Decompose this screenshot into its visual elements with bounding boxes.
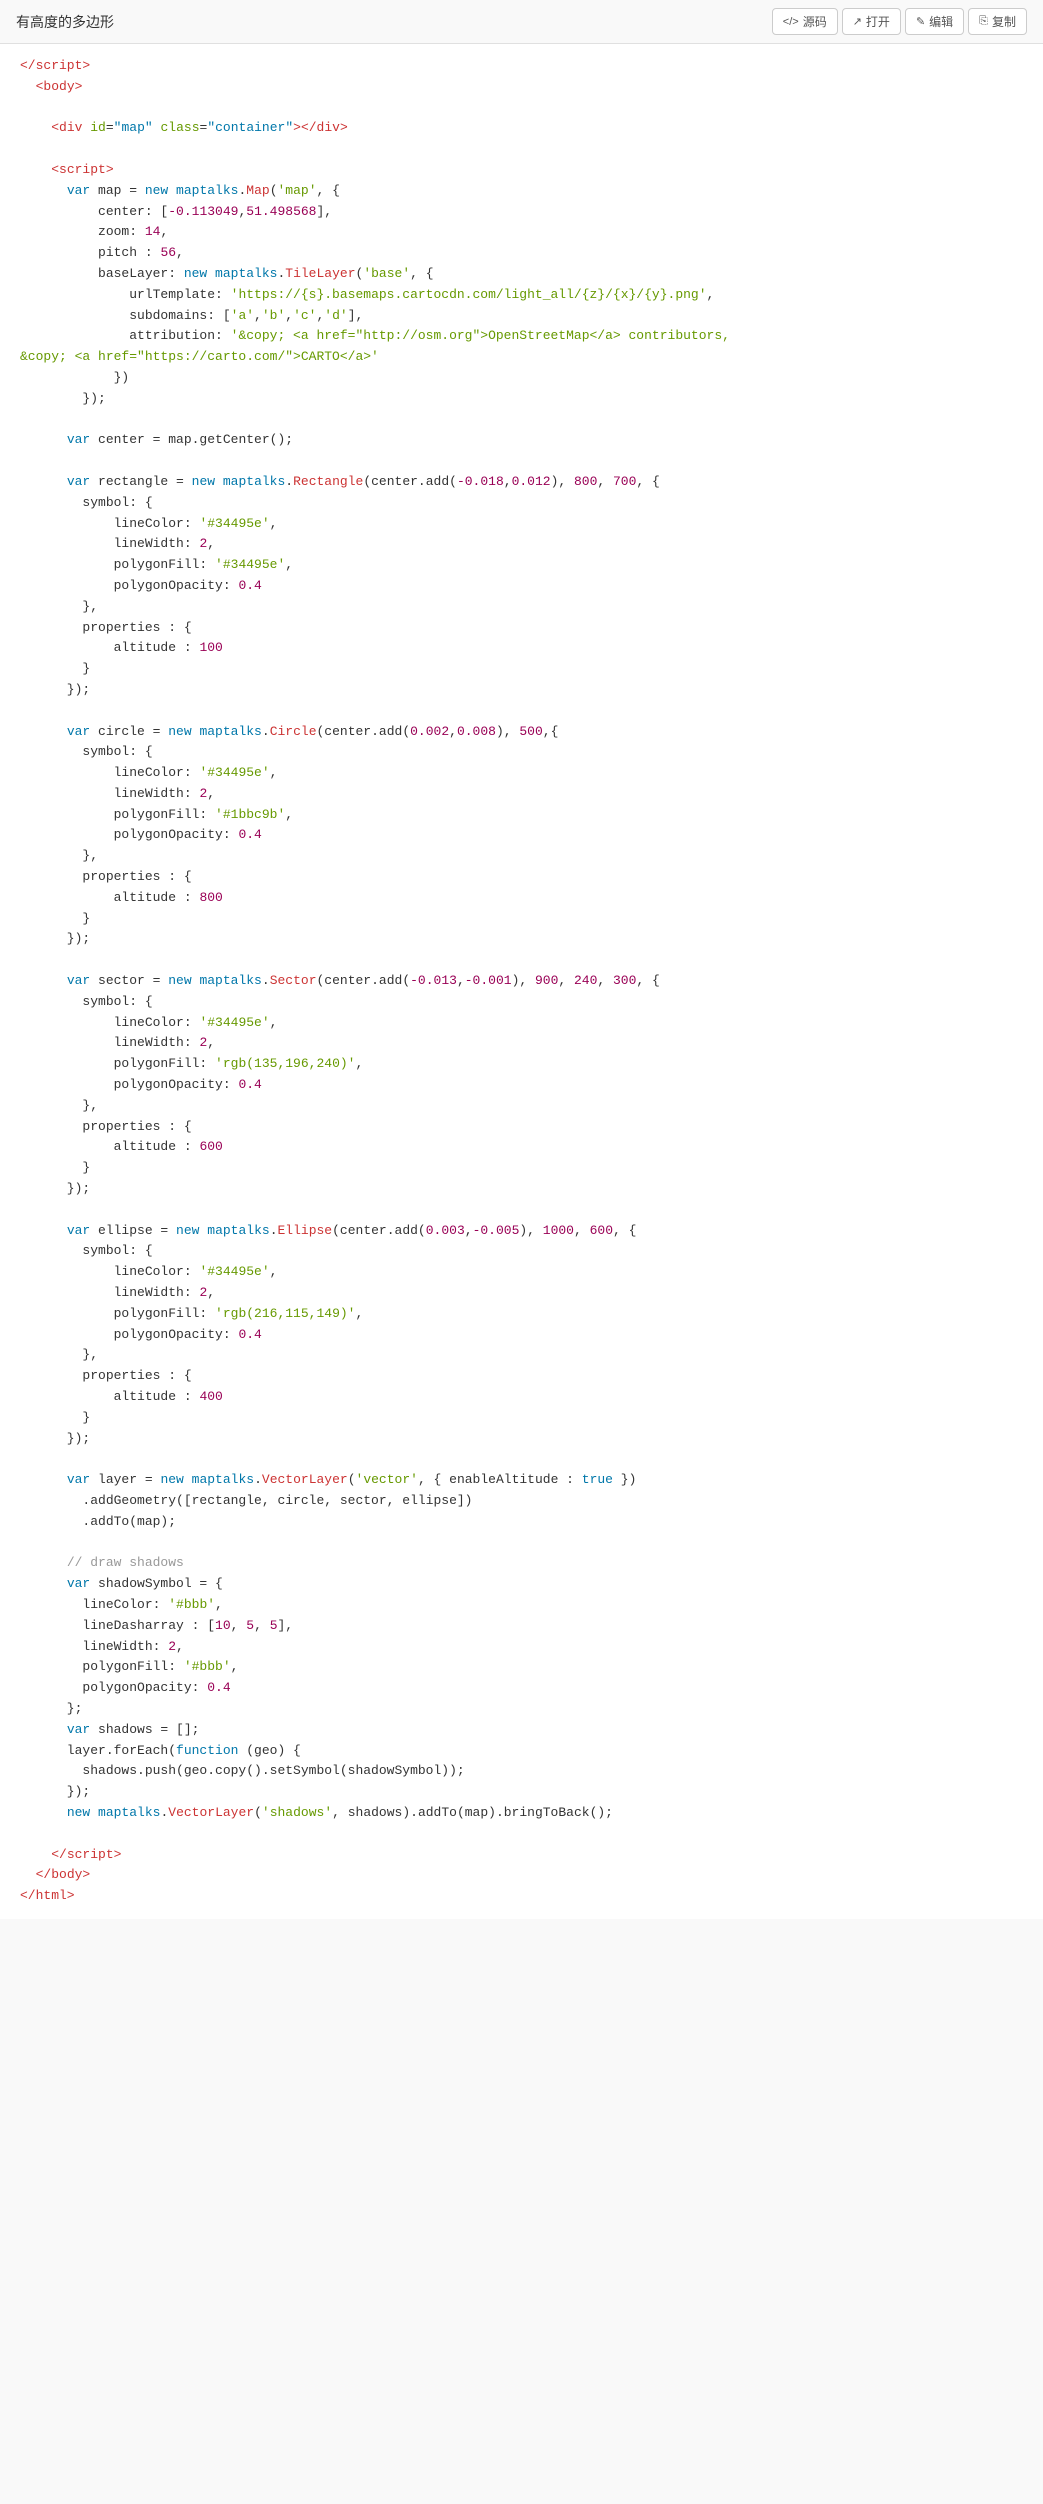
source-button[interactable]: </> 源码: [772, 8, 838, 35]
edit-label: 编辑: [929, 13, 953, 30]
page-title: 有高度的多边形: [16, 12, 114, 32]
page-header: 有高度的多边形 </> 源码 ↗ 打开 ✎ 编辑 ⎘ 复制: [0, 0, 1043, 44]
open-icon: ↗: [853, 15, 862, 28]
copy-button[interactable]: ⎘ 复制: [968, 8, 1027, 35]
source-icon: </>: [783, 16, 799, 28]
copy-label: 复制: [992, 13, 1016, 30]
code-block: </script> <body> <div id="map" class="co…: [20, 56, 1023, 1907]
code-container: </script> <body> <div id="map" class="co…: [0, 44, 1043, 1919]
source-label: 源码: [803, 13, 827, 30]
open-button[interactable]: ↗ 打开: [842, 8, 901, 35]
edit-button[interactable]: ✎ 编辑: [905, 8, 964, 35]
open-label: 打开: [866, 13, 890, 30]
header-actions: </> 源码 ↗ 打开 ✎ 编辑 ⎘ 复制: [772, 8, 1027, 35]
copy-icon: ⎘: [979, 15, 988, 28]
edit-icon: ✎: [916, 15, 925, 28]
